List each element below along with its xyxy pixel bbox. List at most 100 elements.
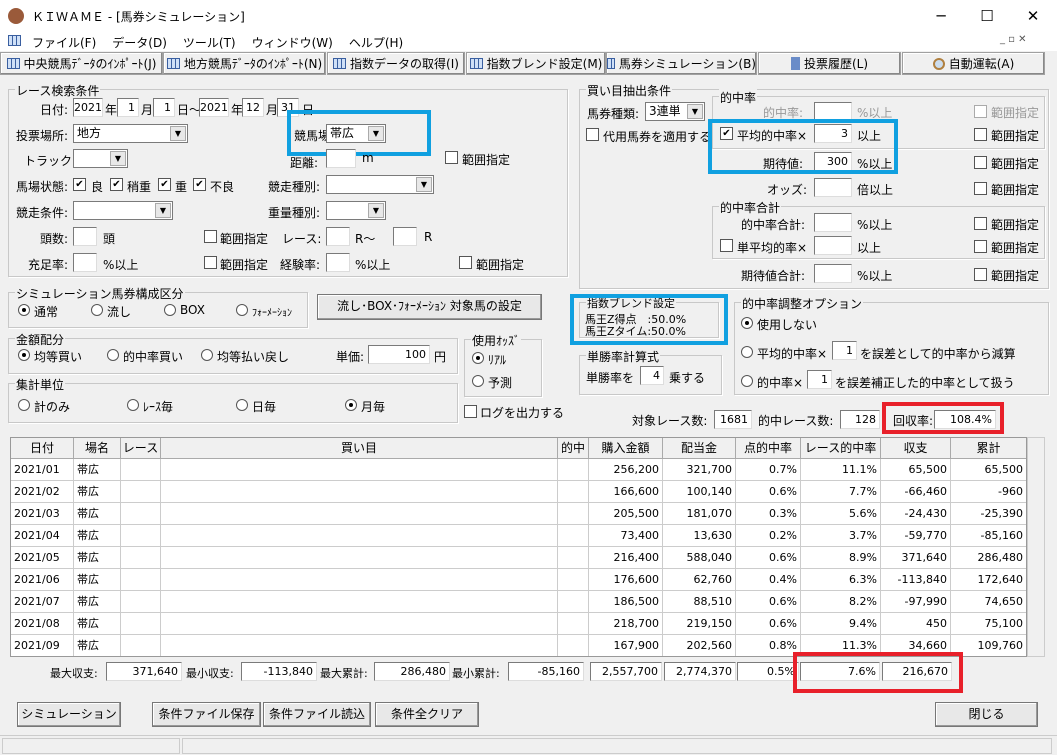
target-horse-settings-button[interactable]: 流し･BOX･ﾌｫｰﾒｰｼｮﾝ 対象馬の設定: [317, 294, 542, 320]
auto-run-button[interactable]: 自動運転(A): [902, 52, 1045, 75]
win-power-input[interactable]: 4: [640, 366, 664, 385]
column-header-race[interactable]: レース: [121, 438, 161, 459]
unit-price-input[interactable]: 100: [368, 345, 430, 364]
sim-normal-radio[interactable]: [18, 304, 30, 316]
legend: 的中率: [719, 89, 758, 106]
race-from-input[interactable]: [326, 227, 350, 246]
adj-hit-radio[interactable]: [741, 375, 753, 387]
start-year-input[interactable]: 2021: [73, 98, 103, 117]
weight-select[interactable]: ▼: [326, 201, 386, 220]
results-table[interactable]: 日付 場名 レース 買い目 的中 購入金額 配当金 点的中率 レース的中率 収支 累計 2021/01…: [10, 437, 1027, 657]
distance-input[interactable]: [326, 149, 356, 168]
menu-window[interactable]: ウィンドウ(W): [252, 36, 333, 50]
column-header-race-hit-rate[interactable]: レース的中率: [801, 438, 881, 459]
column-header-venue[interactable]: 場名: [74, 438, 121, 459]
sim-nagashi-radio[interactable]: [91, 304, 103, 316]
column-header-cumulative[interactable]: 累計: [951, 438, 1026, 459]
mdi-controls[interactable]: _ ▫ ✕: [1000, 34, 1027, 45]
hit-range-checkbox[interactable]: [974, 105, 987, 118]
column-header-purchase[interactable]: 購入金額: [589, 438, 663, 459]
ev-range-checkbox[interactable]: [974, 156, 987, 169]
heads-input[interactable]: [73, 227, 97, 246]
money-equal-radio[interactable]: [18, 349, 30, 361]
load-conditions-button[interactable]: 条件ファイル読込: [263, 702, 371, 727]
single-avg-input[interactable]: [814, 236, 852, 255]
end-year-input[interactable]: 2021: [199, 98, 229, 117]
import-central-button[interactable]: 中央競馬ﾃﾞｰﾀのｲﾝﾎﾟｰﾄ(J): [0, 52, 163, 75]
single-avg-range-checkbox[interactable]: [974, 240, 987, 253]
cond-slightly-heavy-checkbox[interactable]: ✔: [110, 178, 123, 191]
hit-sum-label: 的中率合計:: [741, 218, 806, 232]
column-header-balance[interactable]: 収支: [881, 438, 951, 459]
fill-rate-input[interactable]: [73, 253, 97, 272]
distance-range-checkbox[interactable]: [445, 151, 458, 164]
exp-range-checkbox[interactable]: [459, 256, 472, 269]
odds-real-radio[interactable]: [472, 352, 484, 364]
menu-data[interactable]: データ(D): [112, 36, 167, 50]
column-header-date[interactable]: 日付: [11, 438, 74, 459]
clear-conditions-button[interactable]: 条件全クリア: [375, 702, 479, 727]
sim-box-radio[interactable]: [164, 304, 176, 316]
bet-simulation-button[interactable]: 馬券シミュレーション(B): [606, 52, 757, 75]
menu-tool[interactable]: ツール(T): [183, 36, 236, 50]
column-header-payout[interactable]: 配当金: [663, 438, 736, 459]
close-button[interactable]: ✕: [1010, 0, 1056, 32]
venue-select[interactable]: 地方 ▼: [73, 124, 188, 143]
agg-total-radio[interactable]: [18, 399, 30, 411]
odds-range-checkbox[interactable]: [974, 182, 987, 195]
agg-month-radio[interactable]: [345, 399, 357, 411]
cond-bad-checkbox[interactable]: ✔: [193, 178, 206, 191]
exp-rate-input[interactable]: [326, 253, 350, 272]
start-day-input[interactable]: 1: [153, 98, 175, 117]
money-hitrate-radio[interactable]: [107, 349, 119, 361]
label: 通常: [34, 305, 59, 319]
import-local-button[interactable]: 地方競馬ﾃﾞｰﾀのｲﾝﾎﾟｰﾄ(N): [163, 52, 326, 75]
column-header-point-hit-rate[interactable]: 点的中率: [736, 438, 801, 459]
single-avg-checkbox[interactable]: [720, 239, 733, 252]
avg-range-checkbox[interactable]: [974, 128, 987, 141]
index-blend-button[interactable]: 指数ブレンド設定(M): [466, 52, 606, 75]
menu-file[interactable]: ファイル(F): [32, 36, 96, 50]
save-conditions-button[interactable]: 条件ファイル保存: [152, 702, 261, 727]
table-scrollbar[interactable]: [1027, 437, 1045, 657]
log-output-checkbox[interactable]: [464, 405, 477, 418]
label: 地方競馬ﾃﾞｰﾀのｲﾝﾎﾟｰﾄ(N): [183, 57, 323, 71]
race-kind-select[interactable]: ▼: [326, 175, 434, 194]
cond-heavy-checkbox[interactable]: ✔: [158, 178, 171, 191]
column-header-bets[interactable]: 買い目: [161, 438, 558, 459]
track-select[interactable]: ▼: [73, 149, 128, 168]
hit-sum-input[interactable]: [814, 213, 852, 232]
bet-type-select[interactable]: 3連単 ▼: [645, 102, 705, 121]
agg-day-radio[interactable]: [236, 399, 248, 411]
maximize-button[interactable]: ☐: [964, 0, 1010, 32]
cond-good-checkbox[interactable]: ✔: [73, 178, 86, 191]
odds-predict-radio[interactable]: [472, 375, 484, 387]
money-payout-radio[interactable]: [201, 349, 213, 361]
odds-input[interactable]: [814, 178, 852, 197]
race-cond-select[interactable]: ▼: [73, 201, 173, 220]
heads-range-checkbox[interactable]: [204, 230, 217, 243]
minimize-button[interactable]: ─: [918, 0, 964, 32]
adj-hit-input[interactable]: 1: [807, 370, 832, 389]
simulation-button[interactable]: シミュレーション: [17, 702, 121, 727]
substitute-checkbox[interactable]: [586, 128, 599, 141]
ev-sum-range-checkbox[interactable]: [974, 268, 987, 281]
vote-history-button[interactable]: 投票履歴(L): [758, 52, 901, 75]
adj-avg-input[interactable]: 1: [832, 341, 857, 360]
start-month-input[interactable]: 1: [117, 98, 139, 117]
hit-sum-range-checkbox[interactable]: [974, 217, 987, 230]
agg-race-radio[interactable]: [127, 399, 139, 411]
ev-sum-input[interactable]: [814, 264, 852, 283]
menu-help[interactable]: ヘルプ(H): [349, 36, 403, 50]
adj-avg-radio[interactable]: [741, 346, 753, 358]
fill-range-checkbox[interactable]: [204, 256, 217, 269]
cell-balance: -24,430: [881, 503, 951, 525]
column-header-hit[interactable]: 的中: [558, 438, 589, 459]
label: 年: [105, 103, 118, 117]
end-month-input[interactable]: 12: [242, 98, 264, 117]
race-to-input[interactable]: [393, 227, 417, 246]
sim-formation-radio[interactable]: [236, 304, 248, 316]
get-index-button[interactable]: 指数データの取得(I): [327, 52, 465, 75]
adj-none-radio[interactable]: [741, 317, 753, 329]
close-window-button[interactable]: 閉じる: [935, 702, 1038, 727]
